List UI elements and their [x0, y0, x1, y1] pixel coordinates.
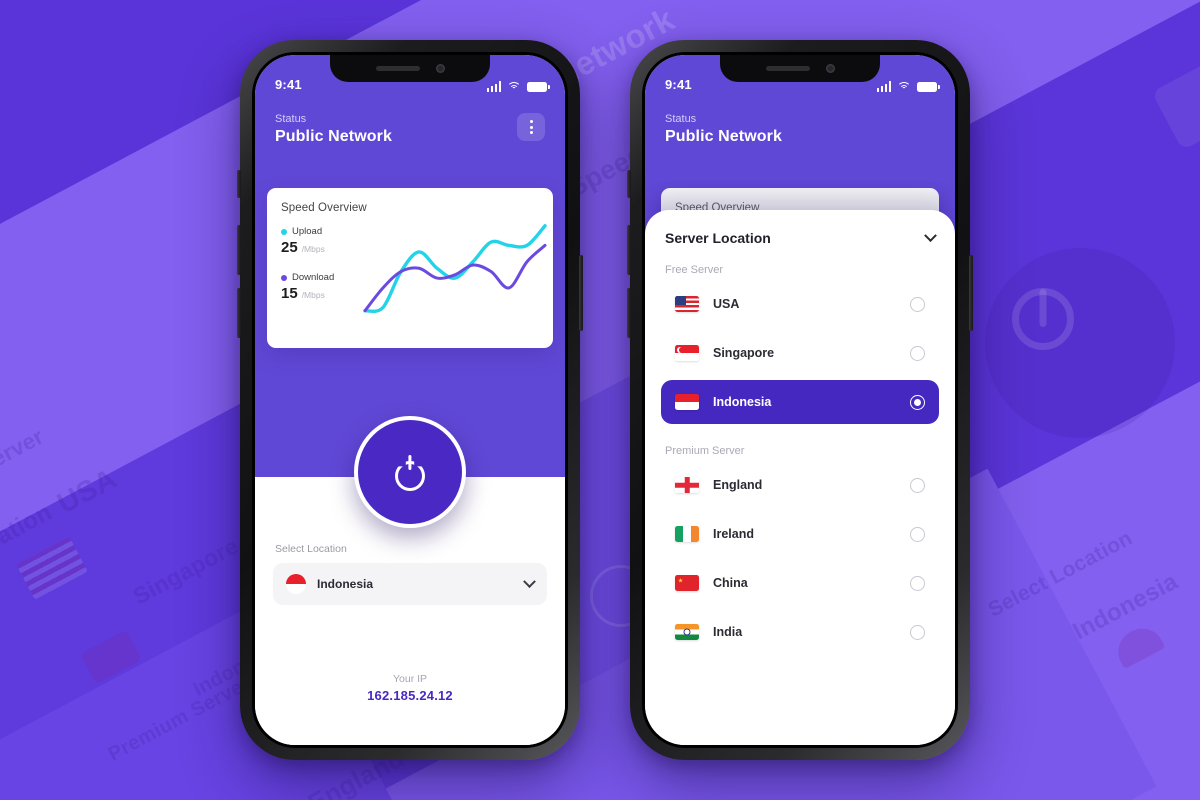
server-row-ireland[interactable]: Ireland: [661, 512, 939, 556]
status-time: 9:41: [275, 77, 302, 92]
group-label-free: Free Server: [665, 264, 724, 276]
download-unit: /Mbps: [301, 290, 325, 300]
ireland-flag-icon: [675, 526, 699, 542]
radio-button[interactable]: [910, 477, 925, 493]
volume-down-button[interactable]: [627, 288, 631, 338]
background-pattern: Network Speed Server USA Singapore Indon…: [0, 0, 1200, 800]
download-label: Download: [292, 272, 335, 283]
ip-label: Your IP: [392, 673, 428, 685]
kebab-menu-icon[interactable]: [517, 113, 545, 141]
select-location-label: Select Location: [275, 543, 347, 555]
mute-switch-button[interactable]: [237, 170, 241, 198]
status-time: 9:41: [665, 77, 692, 92]
server-name: China: [713, 576, 748, 590]
location-dropdown[interactable]: Indonesia: [273, 563, 547, 605]
mute-switch-button[interactable]: [627, 170, 631, 198]
chevron-down-icon: [523, 574, 536, 588]
server-row-indonesia[interactable]: Indonesia: [661, 380, 939, 424]
power-icon: [395, 455, 425, 491]
upload-label: Upload: [292, 226, 323, 237]
bg-ghost-power-icon: [1012, 288, 1074, 350]
singapore-flag-icon: [675, 345, 699, 361]
server-name: Ireland: [713, 527, 754, 541]
wifi-icon: [897, 81, 911, 92]
server-row-singapore[interactable]: Singapore: [661, 331, 939, 375]
server-name: Singapore: [713, 346, 775, 360]
indonesia-flag-icon: [675, 394, 699, 410]
server-row-china[interactable]: China: [661, 561, 939, 605]
radio-button[interactable]: [910, 345, 925, 361]
power-side-button[interactable]: [579, 255, 583, 331]
notch: [330, 55, 490, 82]
server-name: USA: [713, 297, 740, 311]
ip-info: Your IP 162.185.24.12: [255, 673, 565, 703]
bg-ghost-power-circle: [985, 248, 1175, 438]
volume-down-button[interactable]: [237, 288, 241, 338]
power-side-button[interactable]: [969, 255, 973, 331]
radio-button[interactable]: [910, 624, 925, 640]
server-location-sheet: Server Location Free Server USA Singapor…: [645, 210, 955, 745]
status-icons: [486, 81, 550, 92]
phone-device-right: 9:41 Status Public Network Speed Overvie…: [627, 40, 973, 760]
radio-button[interactable]: [910, 575, 925, 591]
volume-up-button[interactable]: [627, 225, 631, 275]
front-camera: [435, 64, 445, 73]
upload-value: 25: [281, 239, 298, 256]
speed-line-chart: [363, 224, 547, 314]
header-row: Status Public Network: [645, 95, 955, 146]
signal-bars-icon: [876, 81, 891, 92]
earpiece-speaker: [375, 66, 420, 71]
chevron-down-icon[interactable]: [924, 228, 937, 242]
header-status-block: Status Public Network: [275, 113, 392, 146]
radio-button[interactable]: [910, 296, 925, 312]
indonesia-flag-icon: [286, 574, 306, 594]
upload-legend-dot: [281, 228, 287, 235]
server-name: England: [713, 478, 763, 492]
network-name: Public Network: [665, 128, 782, 145]
usa-flag-icon: [675, 296, 699, 312]
phone-device-left: 9:41 Status Public Network Speed Overvie…: [237, 40, 583, 760]
phone-screen-left: 9:41 Status Public Network Speed Overvie…: [255, 55, 565, 745]
header-row: Status Public Network: [255, 95, 565, 146]
server-name: Indonesia: [713, 395, 772, 409]
status-icons: [876, 81, 940, 92]
sheet-header[interactable]: Server Location: [661, 210, 939, 246]
china-flag-icon: [675, 575, 699, 591]
server-row-usa[interactable]: USA: [661, 282, 939, 326]
group-label-premium: Premium Server: [665, 445, 745, 457]
ip-address: 162.185.24.12: [367, 688, 453, 703]
notch: [720, 55, 880, 82]
selected-location-name: Indonesia: [317, 577, 374, 591]
server-row-england[interactable]: England: [661, 463, 939, 507]
battery-icon: [527, 82, 550, 92]
earpiece-speaker: [765, 66, 810, 71]
phone-bezel: 9:41 Status Public Network Speed Overvie…: [642, 52, 958, 748]
sheet-title: Server Location: [665, 230, 771, 246]
phone-screen-right: 9:41 Status Public Network Speed Overvie…: [645, 55, 955, 745]
status-label: Status: [665, 113, 697, 125]
wifi-icon: [507, 81, 521, 92]
select-location-section: Select Location Indonesia: [255, 543, 565, 605]
front-camera: [825, 64, 835, 73]
india-flag-icon: [675, 624, 699, 640]
signal-bars-icon: [486, 81, 501, 92]
power-toggle-button[interactable]: [354, 416, 466, 528]
battery-icon: [917, 82, 940, 92]
radio-button-selected[interactable]: [910, 394, 925, 410]
status-label: Status: [275, 113, 307, 125]
phone-bezel: 9:41 Status Public Network Speed Overvie…: [252, 52, 568, 748]
england-flag-icon: [675, 477, 699, 493]
volume-up-button[interactable]: [237, 225, 241, 275]
radio-button[interactable]: [910, 526, 925, 542]
speed-overview-card: Speed Overview Upload 25 /Mbps Download …: [267, 188, 553, 348]
header-status-block: Status Public Network: [665, 113, 782, 146]
download-legend-dot: [281, 274, 287, 281]
upload-unit: /Mbps: [301, 244, 325, 254]
server-name: India: [713, 625, 743, 639]
network-name: Public Network: [275, 128, 392, 145]
download-value: 15: [281, 285, 298, 302]
server-row-india[interactable]: India: [661, 610, 939, 654]
